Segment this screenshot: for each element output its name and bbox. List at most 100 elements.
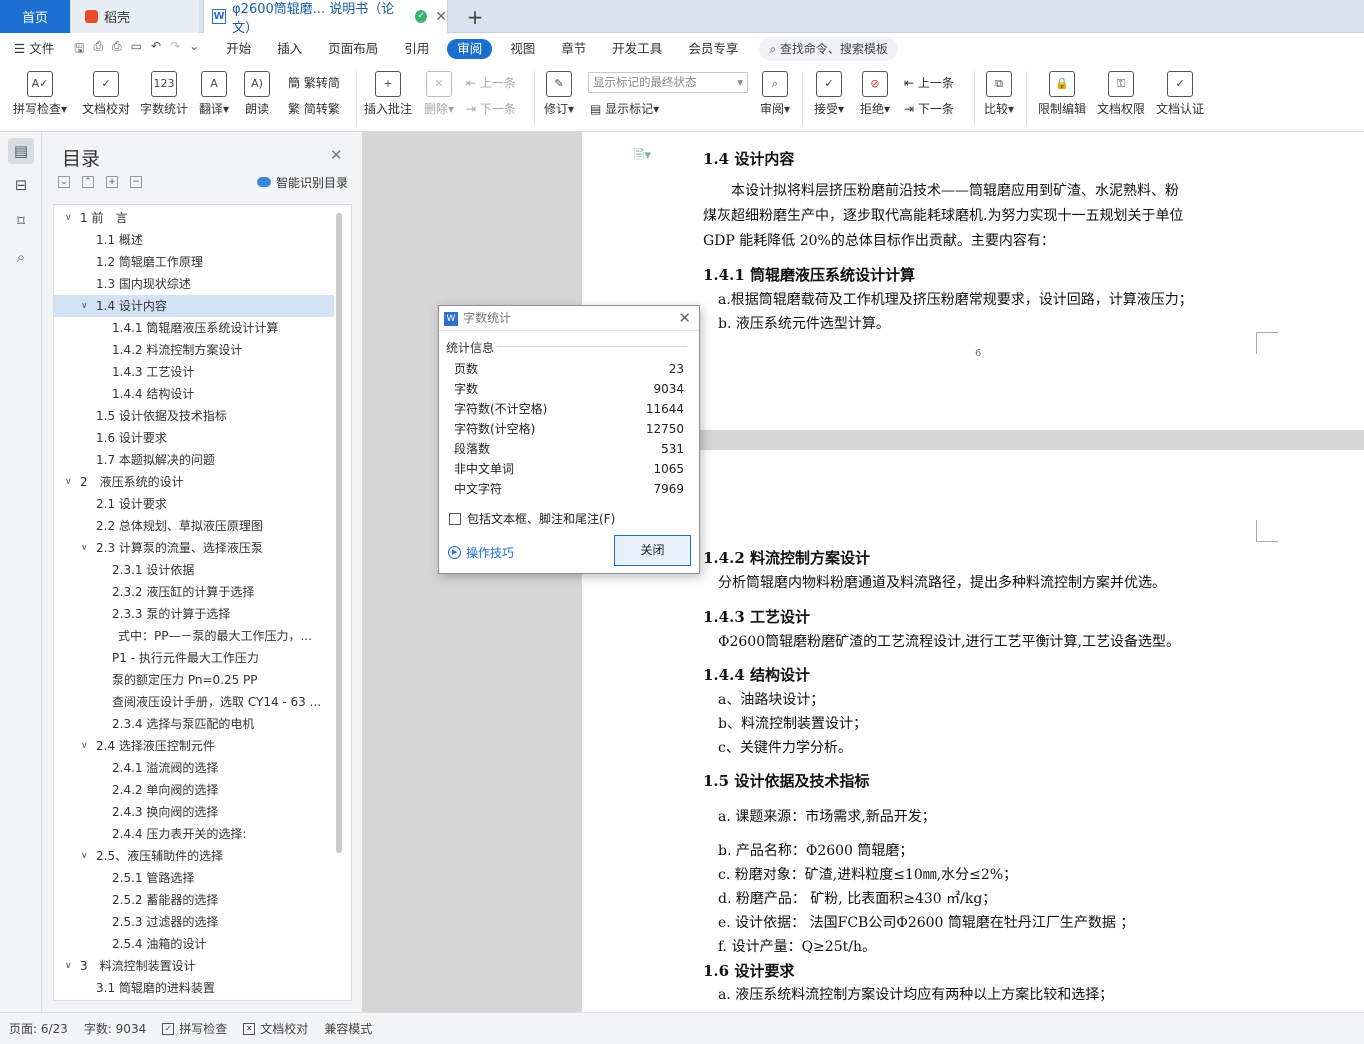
close-icon[interactable]: ✕ [330, 146, 343, 164]
include-textbox-checkbox[interactable]: 包括文本框、脚注和尾注(F) [449, 510, 615, 527]
track-changes-button[interactable]: ✎ 修订▾ [540, 67, 578, 117]
word-count-indicator[interactable]: 字数: 9034 [84, 1020, 146, 1037]
reject-button[interactable]: ⊘ 拒绝▾ [856, 67, 894, 117]
toc-item[interactable]: 式中：PP—－泵的最大工作压力，... [54, 625, 334, 647]
file-menu[interactable]: ☰ 文件 [0, 39, 74, 59]
toc-item[interactable]: ∨ 2.3 计算泵的流量、选择液压泵 [54, 537, 334, 559]
toc-item[interactable]: 2.3.3 泵的计算于选择 [54, 603, 334, 625]
toc-panel-icon[interactable]: ▤ [8, 138, 34, 164]
collapse-all-icon[interactable]: ⌄ [58, 176, 70, 188]
toc-item[interactable]: ∨ 2.4 选择液压控制元件 [54, 735, 334, 757]
toc-item[interactable]: P1 - 执行元件最大工作压力 [54, 647, 334, 669]
toc-item[interactable]: ∨ 2.5、液压辅助件的选择 [54, 845, 334, 867]
toc-item[interactable]: 2.4.1 溢流阀的选择 [54, 757, 334, 779]
doc-proof-button[interactable]: ✓ 文档校对 [78, 67, 134, 117]
doc-cert-button[interactable]: ✓ 文档认证 [1152, 67, 1208, 117]
show-markup-button[interactable]: ▤ 显示标记▾ [590, 100, 659, 117]
expand-caret-icon[interactable]: ∨ [81, 735, 88, 757]
toc-item[interactable]: 2.4.4 压力表开关的选择: [54, 823, 334, 845]
toc-item[interactable]: 1.7 本题拟解决的问题 [54, 449, 334, 471]
menu-tab[interactable]: 插入 [264, 39, 315, 59]
insert-comment-button[interactable]: + 插入批注 [362, 67, 414, 117]
spellcheck-button[interactable]: A✓ 拼写检查▾ [10, 67, 70, 117]
to-traditional-button[interactable]: 簡 繁转简 [288, 74, 340, 91]
checkbox-box[interactable] [449, 512, 461, 525]
toc-item[interactable]: 1.4.4 结构设计 [54, 383, 334, 405]
expand-caret-icon[interactable]: ∨ [81, 537, 88, 559]
menu-tab[interactable]: 页面布局 [315, 39, 391, 59]
spellcheck-status[interactable]: ✓ 拼写检查 [162, 1020, 227, 1037]
smart-toc-button[interactable]: 智能识别目录 [257, 174, 348, 191]
tab-home[interactable]: 首页 [0, 0, 70, 33]
compare-button[interactable]: ⧉ 比较▾ [980, 67, 1018, 117]
menu-tab[interactable]: 会员专享 [675, 39, 751, 59]
dialog-titlebar[interactable]: W 字数统计 ✕ [439, 306, 699, 331]
expand-caret-icon[interactable]: ∨ [65, 471, 72, 493]
prev-comment-button[interactable]: ⇤ 上一条 [466, 74, 516, 91]
toc-item[interactable]: 2.3.4 选择与泵匹配的电机 [54, 713, 334, 735]
toc-item[interactable]: 泵的额定压力 Pn=0.25 PP [54, 669, 334, 691]
toc-item[interactable]: 3.1 筒辊磨的进料装置 [54, 977, 334, 999]
export-pdf-icon[interactable]: ⎙ [93, 39, 103, 60]
tab-daoke[interactable]: 稻壳 [71, 0, 199, 33]
markup-display-select[interactable]: 显示标记的最终状态 ▾ [588, 72, 748, 93]
proof-status[interactable]: ✕ 文档校对 [243, 1020, 308, 1037]
command-search[interactable]: ⌕ 查找命令、搜索模板 [759, 37, 898, 61]
expand-icon[interactable]: ⌃ [82, 176, 94, 188]
review-pane-button[interactable]: ⌕ 审阅▾ [756, 67, 794, 117]
toc-item[interactable]: 1.1 概述 [54, 229, 334, 251]
close-icon[interactable]: ✕ [678, 306, 691, 331]
menu-tab[interactable]: 开发工具 [599, 39, 675, 59]
menu-tab[interactable]: 引用 [391, 39, 442, 59]
toc-item[interactable]: 2.5.3 过滤器的选择 [54, 911, 334, 933]
toc-item[interactable]: 2.3.2 液压缸的计算于选择 [54, 581, 334, 603]
menu-tab[interactable]: 开始 [213, 39, 264, 59]
toc-item[interactable]: 1.3 国内现状综述 [54, 273, 334, 295]
to-simplified-button[interactable]: 繁 简转繁 [288, 100, 340, 117]
accept-button[interactable]: ✓ 接受▾ [810, 67, 848, 117]
toc-item[interactable]: 2.4.2 单向阀的选择 [54, 779, 334, 801]
expand-caret-icon[interactable]: ∨ [65, 207, 72, 229]
expand-caret-icon[interactable]: ∨ [65, 955, 72, 977]
chapter-nav-icon[interactable]: ⊟ [8, 172, 34, 198]
toc-item[interactable]: 查阅液压设计手册，选取 CY14 - 63 ... [54, 691, 334, 713]
toc-item[interactable]: ∨ 1 前 言 [54, 207, 334, 229]
toc-item[interactable]: 2.5.2 蓄能器的选择 [54, 889, 334, 911]
redo-icon[interactable]: ↷ [170, 39, 180, 60]
toc-item[interactable]: 2.5.1 管路选择 [54, 867, 334, 889]
page-indicator[interactable]: 页面: 6/23 [9, 1020, 68, 1037]
tips-link[interactable]: ▶ 操作技巧 [448, 544, 514, 561]
expand-caret-icon[interactable]: ∨ [81, 295, 88, 317]
toc-item[interactable]: 2.5.4 油箱的设计 [54, 933, 334, 955]
toc-item[interactable]: 1.4.2 料流控制方案设计 [54, 339, 334, 361]
save-icon[interactable]: 🖫 [74, 39, 84, 60]
toc-item[interactable]: ∨ 1.4 设计内容 [54, 295, 334, 317]
bookmark-icon[interactable]: ⌑ [8, 208, 34, 234]
toc-item[interactable]: 1.6 设计要求 [54, 427, 334, 449]
menu-tab[interactable]: 章节 [548, 39, 599, 59]
add-heading-icon[interactable]: + [106, 176, 118, 188]
menu-tab[interactable]: 视图 [497, 39, 548, 59]
delete-comment-button[interactable]: ✕ 删除▾ [420, 67, 458, 117]
toc-item[interactable]: 1.4.1 筒辊磨液压系统设计计算 [54, 317, 334, 339]
expand-caret-icon[interactable]: ∨ [81, 845, 88, 867]
toc-item[interactable]: 2.3.1 设计依据 [54, 559, 334, 581]
undo-icon[interactable]: ↶ [151, 39, 161, 60]
preview-icon[interactable]: ▭ [131, 39, 142, 60]
tab-close-icon[interactable]: ✕ [435, 9, 447, 25]
toc-item[interactable]: ∨ 3 料流控制装置设计 [54, 955, 334, 977]
translate-button[interactable]: A 翻译▾ [196, 67, 232, 117]
toc-item[interactable]: 2.1 设计要求 [54, 493, 334, 515]
chevron-down-icon[interactable]: ⌄ [189, 39, 199, 60]
tab-document[interactable]: Wφ2600筒辊磨... 说明书（论文） ✓ ✕ [203, 0, 448, 36]
close-button[interactable]: 关闭 [614, 535, 691, 566]
toc-item[interactable]: 1.4.3 工艺设计 [54, 361, 334, 383]
toc-item[interactable]: 1.5 设计依据及技术指标 [54, 405, 334, 427]
toc-scrollbar[interactable] [336, 213, 342, 853]
read-aloud-button[interactable]: A) 朗读 [240, 67, 274, 117]
next-comment-button[interactable]: ⇥ 下一条 [466, 100, 516, 117]
doc-rights-button[interactable]: ⚿ 文档权限 [1094, 67, 1148, 117]
page-menu-icon[interactable]: 🗎▾ [634, 146, 651, 168]
new-tab-button[interactable]: + [458, 0, 492, 33]
prev-change-button[interactable]: ⇤ 上一条 [904, 74, 954, 91]
